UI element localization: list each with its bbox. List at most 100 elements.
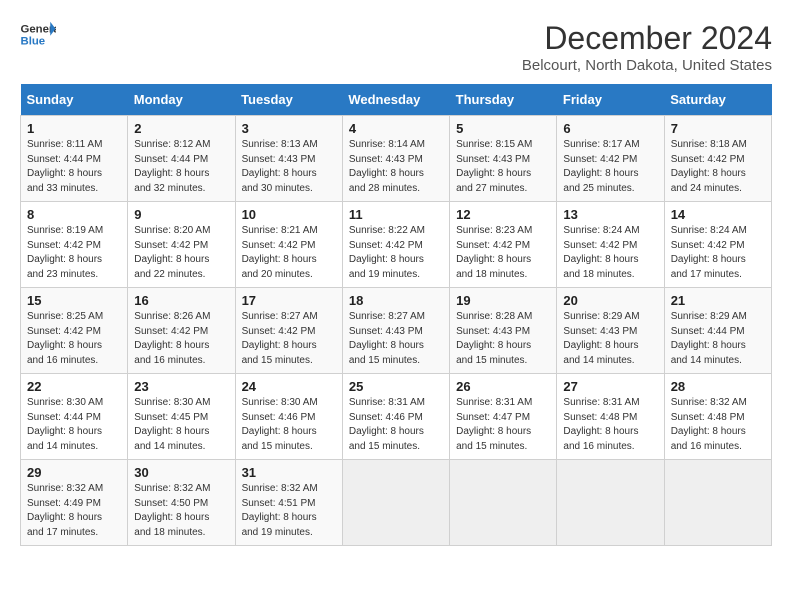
week-row-2: 8 Sunrise: 8:19 AM Sunset: 4:42 PM Daylig… (21, 202, 772, 288)
weekday-header-row: SundayMondayTuesdayWednesdayThursdayFrid… (21, 84, 772, 116)
calendar-cell: 26 Sunrise: 8:31 AM Sunset: 4:47 PM Dayli… (450, 374, 557, 460)
day-number: 13 (563, 207, 657, 222)
day-number: 9 (134, 207, 228, 222)
calendar-cell: 2 Sunrise: 8:12 AM Sunset: 4:44 PM Daylig… (128, 116, 235, 202)
calendar-cell: 13Sunrise: 8:24 AM Sunset: 4:42 PM Dayli… (557, 202, 664, 288)
day-info: Sunrise: 8:15 AM Sunset: 4:43 PM Dayligh… (456, 138, 550, 196)
weekday-header-tuesday: Tuesday (235, 84, 342, 116)
calendar-cell: 16Sunrise: 8:26 AM Sunset: 4:42 PM Dayli… (128, 288, 235, 374)
month-title: December 2024 (522, 20, 772, 57)
day-number: 3 (242, 121, 336, 136)
day-number: 1 (27, 121, 121, 136)
day-info: Sunrise: 8:31 AM Sunset: 4:46 PM Dayligh… (349, 396, 443, 454)
weekday-header-monday: Monday (128, 84, 235, 116)
day-number: 11 (349, 207, 443, 222)
weekday-header-sunday: Sunday (21, 84, 128, 116)
logo: General Blue (20, 20, 56, 48)
day-number: 14 (671, 207, 765, 222)
calendar-table: SundayMondayTuesdayWednesdayThursdayFrid… (20, 84, 772, 546)
day-info: Sunrise: 8:28 AM Sunset: 4:43 PM Dayligh… (456, 310, 550, 368)
week-row-5: 29Sunrise: 8:32 AM Sunset: 4:49 PM Dayli… (21, 460, 772, 546)
calendar-cell: 5 Sunrise: 8:15 AM Sunset: 4:43 PM Daylig… (450, 116, 557, 202)
calendar-cell: 25 Sunrise: 8:31 AM Sunset: 4:46 PM Dayli… (342, 374, 449, 460)
calendar-cell: 3 Sunrise: 8:13 AM Sunset: 4:43 PM Daylig… (235, 116, 342, 202)
logo-icon: General Blue (20, 20, 56, 48)
calendar-cell: 9 Sunrise: 8:20 AM Sunset: 4:42 PM Daylig… (128, 202, 235, 288)
calendar-cell (450, 460, 557, 546)
day-number: 16 (134, 293, 228, 308)
day-number: 30 (134, 465, 228, 480)
calendar-cell (557, 460, 664, 546)
day-info: Sunrise: 8:23 AM Sunset: 4:42 PM Dayligh… (456, 224, 550, 282)
location: Belcourt, North Dakota, United States (522, 57, 772, 74)
day-number: 26 (456, 379, 550, 394)
calendar-cell: 29Sunrise: 8:32 AM Sunset: 4:49 PM Dayli… (21, 460, 128, 546)
day-number: 20 (563, 293, 657, 308)
title-area: December 2024 Belcourt, North Dakota, Un… (522, 20, 772, 74)
day-number: 5 (456, 121, 550, 136)
calendar-cell: 1 Sunrise: 8:11 AM Sunset: 4:44 PM Daylig… (21, 116, 128, 202)
day-info: Sunrise: 8:29 AM Sunset: 4:43 PM Dayligh… (563, 310, 657, 368)
day-number: 10 (242, 207, 336, 222)
day-number: 8 (27, 207, 121, 222)
day-info: Sunrise: 8:24 AM Sunset: 4:42 PM Dayligh… (671, 224, 765, 282)
week-row-3: 15Sunrise: 8:25 AM Sunset: 4:42 PM Dayli… (21, 288, 772, 374)
day-number: 17 (242, 293, 336, 308)
calendar-cell: 19 Sunrise: 8:28 AM Sunset: 4:43 PM Dayli… (450, 288, 557, 374)
calendar-cell (342, 460, 449, 546)
day-info: Sunrise: 8:20 AM Sunset: 4:42 PM Dayligh… (134, 224, 228, 282)
calendar-cell: 30 Sunrise: 8:32 AM Sunset: 4:50 PM Dayli… (128, 460, 235, 546)
day-info: Sunrise: 8:30 AM Sunset: 4:45 PM Dayligh… (134, 396, 228, 454)
day-info: Sunrise: 8:30 AM Sunset: 4:46 PM Dayligh… (242, 396, 336, 454)
day-info: Sunrise: 8:32 AM Sunset: 4:48 PM Dayligh… (671, 396, 765, 454)
day-info: Sunrise: 8:31 AM Sunset: 4:47 PM Dayligh… (456, 396, 550, 454)
day-info: Sunrise: 8:32 AM Sunset: 4:51 PM Dayligh… (242, 482, 336, 540)
day-number: 12 (456, 207, 550, 222)
calendar-cell: 31 Sunrise: 8:32 AM Sunset: 4:51 PM Dayli… (235, 460, 342, 546)
day-number: 24 (242, 379, 336, 394)
calendar-cell: 21Sunrise: 8:29 AM Sunset: 4:44 PM Dayli… (664, 288, 771, 374)
day-info: Sunrise: 8:32 AM Sunset: 4:50 PM Dayligh… (134, 482, 228, 540)
day-info: Sunrise: 8:18 AM Sunset: 4:42 PM Dayligh… (671, 138, 765, 196)
calendar-cell: 11Sunrise: 8:22 AM Sunset: 4:42 PM Dayli… (342, 202, 449, 288)
svg-text:Blue: Blue (21, 36, 46, 48)
day-info: Sunrise: 8:32 AM Sunset: 4:49 PM Dayligh… (27, 482, 121, 540)
calendar-cell: 4Sunrise: 8:14 AM Sunset: 4:43 PM Daylig… (342, 116, 449, 202)
day-number: 28 (671, 379, 765, 394)
day-number: 23 (134, 379, 228, 394)
day-number: 31 (242, 465, 336, 480)
weekday-header-saturday: Saturday (664, 84, 771, 116)
calendar-cell: 6 Sunrise: 8:17 AM Sunset: 4:42 PM Daylig… (557, 116, 664, 202)
day-info: Sunrise: 8:17 AM Sunset: 4:42 PM Dayligh… (563, 138, 657, 196)
day-info: Sunrise: 8:27 AM Sunset: 4:42 PM Dayligh… (242, 310, 336, 368)
day-info: Sunrise: 8:29 AM Sunset: 4:44 PM Dayligh… (671, 310, 765, 368)
day-info: Sunrise: 8:25 AM Sunset: 4:42 PM Dayligh… (27, 310, 121, 368)
calendar-cell: 10Sunrise: 8:21 AM Sunset: 4:42 PM Dayli… (235, 202, 342, 288)
calendar-cell: 28 Sunrise: 8:32 AM Sunset: 4:48 PM Dayli… (664, 374, 771, 460)
day-number: 2 (134, 121, 228, 136)
day-number: 18 (349, 293, 443, 308)
day-info: Sunrise: 8:12 AM Sunset: 4:44 PM Dayligh… (134, 138, 228, 196)
calendar-cell: 17 Sunrise: 8:27 AM Sunset: 4:42 PM Dayli… (235, 288, 342, 374)
calendar-cell: 7Sunrise: 8:18 AM Sunset: 4:42 PM Daylig… (664, 116, 771, 202)
day-info: Sunrise: 8:13 AM Sunset: 4:43 PM Dayligh… (242, 138, 336, 196)
week-row-4: 22 Sunrise: 8:30 AM Sunset: 4:44 PM Dayli… (21, 374, 772, 460)
week-row-1: 1 Sunrise: 8:11 AM Sunset: 4:44 PM Daylig… (21, 116, 772, 202)
calendar-cell: 24 Sunrise: 8:30 AM Sunset: 4:46 PM Dayli… (235, 374, 342, 460)
day-info: Sunrise: 8:31 AM Sunset: 4:48 PM Dayligh… (563, 396, 657, 454)
day-number: 22 (27, 379, 121, 394)
day-info: Sunrise: 8:19 AM Sunset: 4:42 PM Dayligh… (27, 224, 121, 282)
day-info: Sunrise: 8:14 AM Sunset: 4:43 PM Dayligh… (349, 138, 443, 196)
calendar-cell (664, 460, 771, 546)
day-info: Sunrise: 8:30 AM Sunset: 4:44 PM Dayligh… (27, 396, 121, 454)
calendar-cell: 20 Sunrise: 8:29 AM Sunset: 4:43 PM Dayli… (557, 288, 664, 374)
day-info: Sunrise: 8:11 AM Sunset: 4:44 PM Dayligh… (27, 138, 121, 196)
day-number: 19 (456, 293, 550, 308)
calendar-cell: 18Sunrise: 8:27 AM Sunset: 4:43 PM Dayli… (342, 288, 449, 374)
calendar-cell: 23 Sunrise: 8:30 AM Sunset: 4:45 PM Dayli… (128, 374, 235, 460)
calendar-cell: 22 Sunrise: 8:30 AM Sunset: 4:44 PM Dayli… (21, 374, 128, 460)
weekday-header-thursday: Thursday (450, 84, 557, 116)
day-number: 25 (349, 379, 443, 394)
calendar-cell: 15Sunrise: 8:25 AM Sunset: 4:42 PM Dayli… (21, 288, 128, 374)
day-number: 6 (563, 121, 657, 136)
